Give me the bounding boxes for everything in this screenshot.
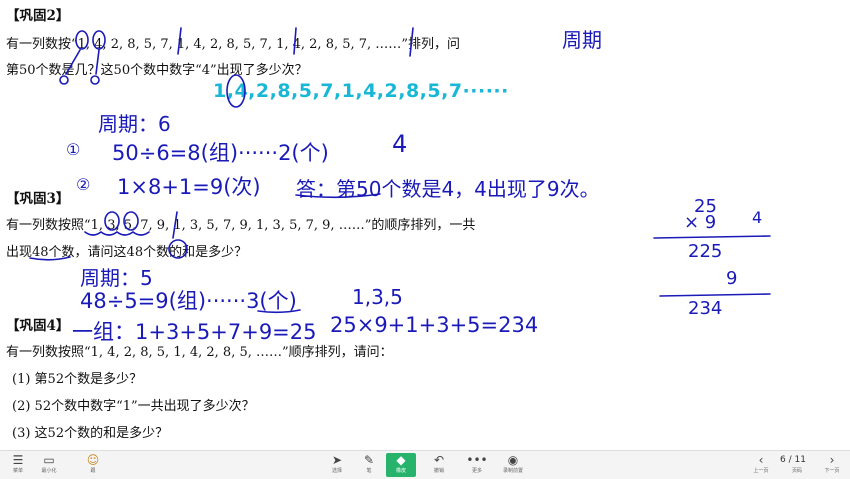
undo-icon: ↶ <box>433 453 445 467</box>
avatar-button[interactable]: ☺ 跟 <box>78 453 108 475</box>
undo-button[interactable]: ↶ 撤销 <box>424 453 454 475</box>
ink-circle <box>104 211 120 231</box>
ink-divider <box>409 27 414 57</box>
whiteboard-canvas[interactable]: 【巩固2】 有一列数按“1, 4, 2, 8, 5, 7, 1, 4, 2, 8… <box>0 0 850 450</box>
ink-circle <box>168 239 188 259</box>
ink-calc-line <box>653 235 771 239</box>
pages-button[interactable]: 页码 <box>782 467 812 475</box>
chevron-right-icon: › <box>829 453 835 467</box>
next-page-button[interactable]: › 下一页 <box>817 453 847 475</box>
ink-divider <box>172 211 178 239</box>
avatar-icon: ☺ <box>86 453 100 467</box>
more-label: 更多 <box>471 468 482 474</box>
ink-underline <box>257 309 301 314</box>
page-indicator: 6 / 11 <box>780 455 806 465</box>
ink-underline <box>295 193 381 199</box>
more-button[interactable]: ••• 更多 <box>462 453 492 475</box>
ink-underline <box>29 256 71 261</box>
ink-pointer <box>95 49 100 75</box>
pen-icon: ✎ <box>363 453 375 467</box>
pages-label: 页码 <box>791 468 802 474</box>
menu-icon: ☰ <box>12 453 24 467</box>
ink-calc-line <box>659 293 771 297</box>
eraser-label: 橡皮 <box>395 468 406 474</box>
ink-underline <box>84 231 150 236</box>
cursor-icon: ➤ <box>331 453 343 467</box>
bottom-toolbar: ☰ 菜单 ▭ 最小化 ☺ 跟 ➤ 选择 ✎ 笔 ◆ 橡皮 ↶ 撤销 ••• 更多… <box>0 450 850 479</box>
undo-label: 撤销 <box>433 468 444 474</box>
prev-label: 上一页 <box>753 468 769 474</box>
more-icon: ••• <box>466 453 488 467</box>
eraser-tool-button[interactable]: ◆ 橡皮 <box>386 453 416 477</box>
avatar-label: 跟 <box>90 468 96 474</box>
record-icon: ◉ <box>507 453 519 467</box>
menu-label: 菜单 <box>12 468 23 474</box>
ink-pointer <box>65 49 81 75</box>
prev-page-button[interactable]: ‹ 上一页 <box>746 453 776 475</box>
record-label: 录制前置 <box>502 468 523 474</box>
next-label: 下一页 <box>824 468 840 474</box>
ink-mark <box>59 75 69 85</box>
menu-button[interactable]: ☰ 菜单 <box>3 453 33 475</box>
ink-circle <box>226 74 246 108</box>
ink-mark <box>90 75 100 85</box>
record-button[interactable]: ◉ 录制前置 <box>498 453 528 475</box>
select-tool-button[interactable]: ➤ 选择 <box>322 453 352 475</box>
ink-circle <box>92 30 106 50</box>
pen-label: 笔 <box>366 468 372 474</box>
minimize-button[interactable]: ▭ 最小化 <box>34 453 64 475</box>
ink-strokes <box>29 27 771 314</box>
minimize-label: 最小化 <box>41 468 57 474</box>
select-label: 选择 <box>331 468 342 474</box>
ink-divider <box>177 27 182 55</box>
minimize-icon: ▭ <box>43 453 55 467</box>
ink-divider <box>293 27 297 55</box>
ink-circle <box>123 211 139 231</box>
eraser-icon: ◆ <box>396 453 406 467</box>
pen-tool-button[interactable]: ✎ 笔 <box>354 453 384 475</box>
chevron-left-icon: ‹ <box>758 453 764 467</box>
ink-circle <box>75 30 89 50</box>
